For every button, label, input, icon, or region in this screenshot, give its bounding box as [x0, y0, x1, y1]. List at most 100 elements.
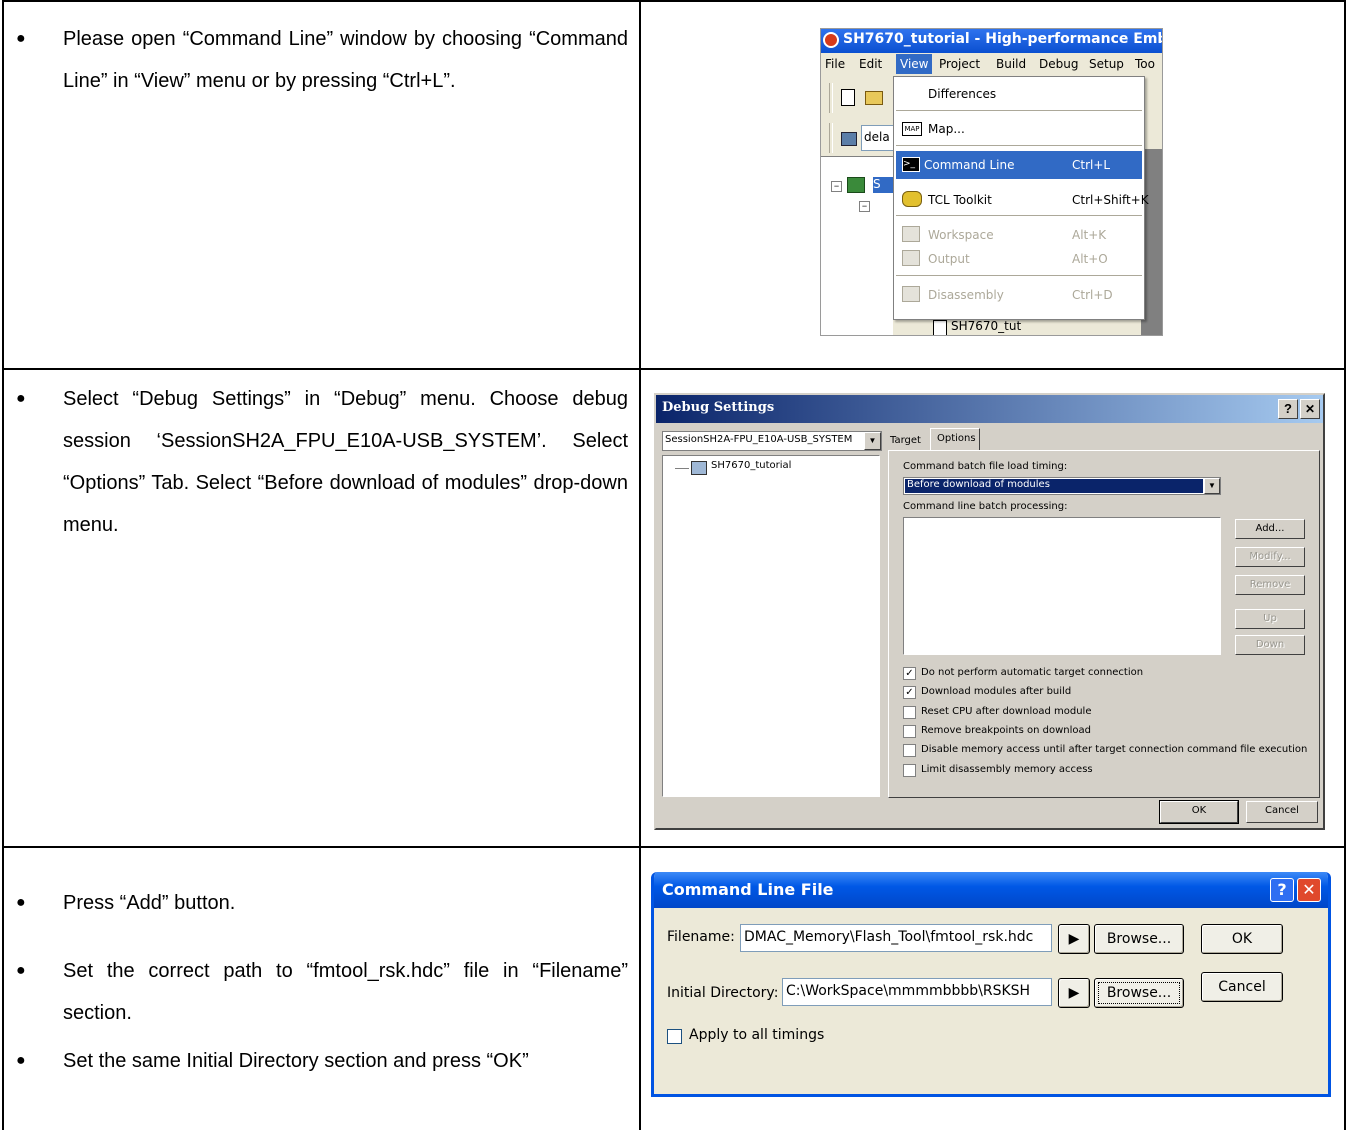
menu-item-output[interactable]: Output Alt+O	[896, 247, 1142, 271]
map-icon: MAP	[902, 122, 922, 136]
initdir-browse-button[interactable]: Browse...	[1094, 978, 1184, 1008]
project-file-icon	[933, 320, 947, 335]
help-icon[interactable]: ?	[1278, 399, 1298, 419]
app-logo-icon	[823, 32, 839, 48]
instruction-text: Please open “Command Line” window by cho…	[63, 28, 628, 92]
play-arrow-icon: ▶	[1068, 985, 1080, 1001]
filename-field[interactable]: DMAC_Memory\Flash_Tool\fmtool_rsk.hdc	[740, 924, 1052, 952]
row-divider-1	[2, 368, 1346, 370]
initdir-field[interactable]: C:\WorkSpace\mmmmbbbb\RSKSH	[782, 978, 1052, 1006]
close-icon[interactable]: ✕	[1300, 399, 1320, 419]
help-icon[interactable]: ?	[1270, 878, 1294, 902]
ok-button[interactable]: OK	[1201, 924, 1283, 954]
instruction-bullet: ● Set the same Initial Directory section…	[16, 1040, 628, 1082]
menu-tools[interactable]: Too	[1135, 57, 1155, 71]
remove-button[interactable]: Remove	[1235, 575, 1305, 595]
filename-label: Filename:	[667, 929, 735, 945]
dialog-title-bar: Debug Settings ? ✕	[656, 395, 1323, 423]
menu-project[interactable]: Project	[939, 57, 980, 71]
table-border-right	[1344, 0, 1346, 1130]
checkbox-reset-cpu[interactable]: Reset CPU after download module	[903, 706, 1303, 720]
menu-debug[interactable]: Debug	[1039, 57, 1078, 71]
filename-arrow-button[interactable]: ▶	[1058, 924, 1090, 954]
initdir-arrow-button[interactable]: ▶	[1058, 978, 1090, 1008]
open-folder-icon[interactable]	[865, 91, 883, 105]
checkbox-box[interactable]: ✓	[903, 686, 916, 699]
tree-item-project[interactable]: SH7670_tutorial	[711, 460, 791, 471]
checkbox-box[interactable]	[903, 764, 916, 777]
checkbox-box[interactable]	[667, 1029, 682, 1044]
disassembly-icon	[902, 286, 920, 302]
window-title-bar: SH7670_tutorial - High-performance Emb	[821, 29, 1162, 53]
instruction-bullet: ● Select “Debug Settings” in “Debug” men…	[16, 378, 628, 546]
session-selected-label: S	[873, 177, 893, 193]
checkbox-box[interactable]	[903, 725, 916, 738]
add-button[interactable]: Add...	[1235, 519, 1305, 539]
menu-item-differences[interactable]: Differences	[896, 81, 1142, 107]
menu-item-workspace[interactable]: Workspace Alt+K	[896, 223, 1142, 247]
batch-timing-select[interactable]: Before download of modules ▼	[903, 477, 1221, 495]
checkbox-download-after-build[interactable]: ✓ Download modules after build	[903, 686, 1303, 700]
project-icon	[691, 461, 707, 475]
checkbox-no-auto-connect[interactable]: ✓ Do not perform automatic target connec…	[903, 667, 1303, 681]
menu-item-map[interactable]: MAP Map...	[896, 116, 1142, 142]
menu-item-command-line[interactable]: >_ Command Line Ctrl+L	[896, 151, 1142, 179]
bullet-icon: ●	[16, 962, 26, 979]
checkbox-disable-memory-access[interactable]: Disable memory access until after target…	[903, 744, 1313, 758]
menu-item-tcl-toolkit[interactable]: TCL Toolkit Ctrl+Shift+K	[896, 187, 1149, 213]
tcl-icon	[902, 191, 922, 207]
menu-view[interactable]: View	[896, 54, 933, 74]
ok-button[interactable]: OK	[1159, 800, 1239, 824]
tab-options[interactable]: Options	[930, 428, 980, 451]
menu-file[interactable]: File	[825, 57, 845, 71]
toolbar-combo[interactable]: dela	[861, 125, 895, 151]
menu-item-disassembly[interactable]: Disassembly Ctrl+D	[896, 283, 1142, 307]
bullet-icon: ●	[16, 30, 26, 47]
play-arrow-icon: ▶	[1068, 931, 1080, 947]
instruction-text: Select “Debug Settings” in “Debug” menu.…	[63, 388, 628, 536]
output-icon	[902, 250, 920, 266]
table-border-top	[2, 0, 1346, 2]
session-icon	[847, 177, 865, 193]
modify-button[interactable]: Modify...	[1235, 547, 1305, 567]
instruction-bullet: ● Please open “Command Line” window by c…	[16, 18, 628, 102]
checkbox-limit-disassembly[interactable]: Limit disassembly memory access	[903, 764, 1303, 778]
down-button[interactable]: Down	[1235, 635, 1305, 655]
instruction-text: Press “Add” button.	[63, 892, 236, 914]
toolbar-area: dela	[821, 77, 895, 167]
workspace-tree: − S −	[821, 156, 893, 335]
cancel-button[interactable]: Cancel	[1246, 801, 1318, 823]
command-line-icon: >_	[902, 157, 920, 172]
tree-item-project[interactable]: SH7670_tut	[913, 319, 1043, 335]
bullet-icon: ●	[16, 390, 26, 407]
chevron-down-icon[interactable]: ▼	[1204, 478, 1220, 494]
session-select[interactable]: SessionSH2A-FPU_E10A-USB_SYSTEM ▼	[662, 431, 882, 451]
batch-processing-list[interactable]	[903, 517, 1221, 655]
cancel-button[interactable]: Cancel	[1201, 972, 1283, 1002]
instruction-text: Set the same Initial Directory section a…	[63, 1050, 529, 1072]
bullet-icon: ●	[16, 894, 26, 911]
checkbox-box[interactable]	[903, 744, 916, 757]
find-icon[interactable]	[841, 132, 857, 146]
checkbox-remove-breakpoints[interactable]: Remove breakpoints on download	[903, 725, 1303, 739]
checkbox-box[interactable]	[903, 706, 916, 719]
command-line-file-dialog: Command Line File ? ✕ Filename: DMAC_Mem…	[651, 872, 1331, 1097]
column-divider	[639, 0, 641, 1130]
menu-build[interactable]: Build	[996, 57, 1026, 71]
apply-all-checkbox[interactable]: Apply to all timings	[667, 1027, 867, 1047]
up-button[interactable]: Up	[1235, 609, 1305, 629]
view-menu-screenshot: SH7670_tutorial - High-performance Emb F…	[820, 28, 1163, 336]
new-file-icon[interactable]	[841, 89, 855, 106]
options-panel: Command batch file load timing: Before d…	[888, 450, 1320, 798]
chevron-down-icon[interactable]: ▼	[864, 432, 881, 450]
filename-browse-button[interactable]: Browse...	[1094, 924, 1184, 954]
menu-setup[interactable]: Setup	[1089, 57, 1124, 71]
menu-edit[interactable]: Edit	[859, 57, 882, 71]
checkbox-box[interactable]: ✓	[903, 667, 916, 680]
tab-target[interactable]: Target	[886, 433, 928, 451]
table-border-left	[2, 0, 4, 1130]
dialog-title: Debug Settings	[662, 400, 775, 415]
instruction-bullet: ● Set the correct path to “fmtool_rsk.hd…	[16, 950, 628, 1034]
dialog-title-bar: Command Line File ? ✕	[654, 872, 1328, 908]
close-icon[interactable]: ✕	[1297, 878, 1321, 902]
